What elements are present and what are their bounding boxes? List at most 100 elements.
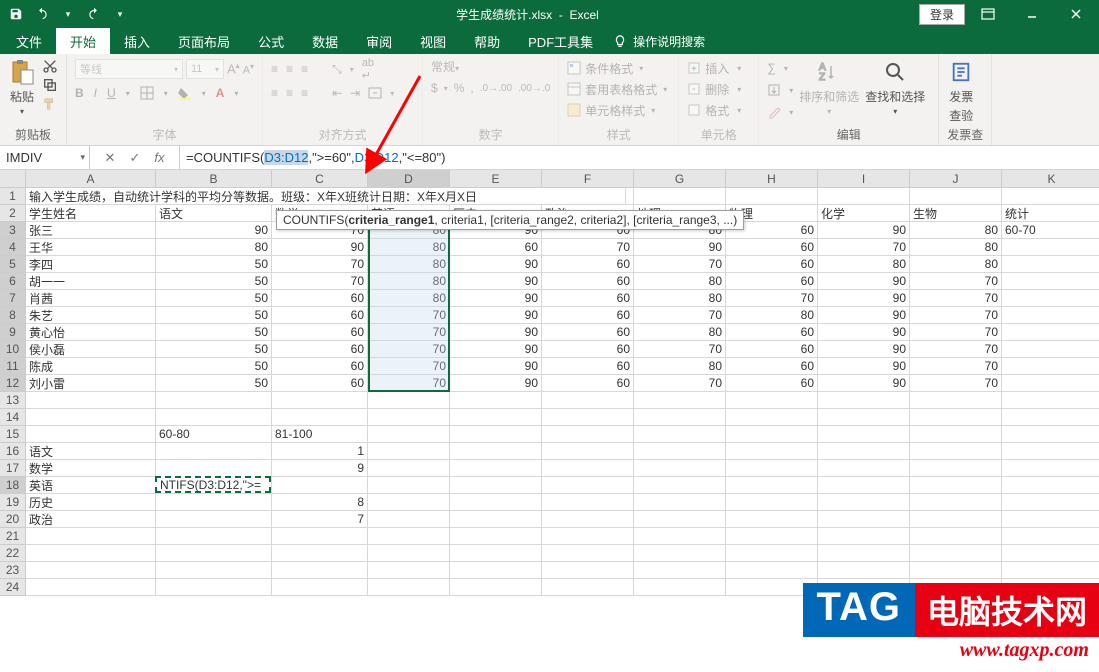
cell[interactable]: 80 bbox=[634, 290, 726, 307]
cell[interactable]: 90 bbox=[634, 239, 726, 256]
cell[interactable]: 70 bbox=[818, 239, 910, 256]
delete-cells-button[interactable]: -删除▾ bbox=[687, 79, 741, 99]
cell[interactable] bbox=[272, 528, 368, 545]
cell[interactable]: 9 bbox=[272, 460, 368, 477]
row-header-21[interactable]: 21 bbox=[0, 528, 26, 545]
cell[interactable]: 输入学生成绩，自动统计学科的平均分等数据。班级：X年X班统计日期：X年X月X日 bbox=[26, 188, 626, 205]
cell[interactable]: 90 bbox=[450, 375, 542, 392]
cell[interactable] bbox=[910, 562, 1002, 579]
row-header-18[interactable]: 18 bbox=[0, 477, 26, 494]
tab-view[interactable]: 视图 bbox=[406, 28, 460, 54]
cell[interactable]: 60 bbox=[272, 324, 368, 341]
row-header-14[interactable]: 14 bbox=[0, 409, 26, 426]
cell[interactable] bbox=[818, 562, 910, 579]
cell[interactable] bbox=[1002, 256, 1099, 273]
cell[interactable]: 70 bbox=[368, 341, 450, 358]
formula-input[interactable]: =COUNTIFS(D3:D12,">=60",D3:D12,"<=80") bbox=[180, 146, 1099, 169]
cell[interactable] bbox=[634, 579, 726, 596]
cell[interactable] bbox=[726, 494, 818, 511]
col-header-A[interactable]: A bbox=[26, 170, 156, 188]
tell-me[interactable]: 操作说明搜索 bbox=[607, 28, 719, 54]
cell[interactable] bbox=[818, 511, 910, 528]
row-header-19[interactable]: 19 bbox=[0, 494, 26, 511]
cell[interactable] bbox=[368, 409, 450, 426]
cell[interactable]: 70 bbox=[910, 341, 1002, 358]
tab-formulas[interactable]: 公式 bbox=[244, 28, 298, 54]
cell[interactable] bbox=[26, 528, 156, 545]
cell[interactable]: 80 bbox=[910, 239, 1002, 256]
border-icon[interactable] bbox=[140, 86, 154, 100]
cell[interactable] bbox=[272, 392, 368, 409]
cell[interactable]: 1 bbox=[272, 443, 368, 460]
cell[interactable]: 60 bbox=[542, 324, 634, 341]
cell[interactable] bbox=[1002, 188, 1099, 205]
cell[interactable] bbox=[726, 409, 818, 426]
cell[interactable] bbox=[1002, 545, 1099, 562]
underline-icon[interactable]: U bbox=[107, 86, 116, 100]
cell[interactable] bbox=[1002, 341, 1099, 358]
italic-icon[interactable]: I bbox=[94, 86, 97, 100]
cell[interactable] bbox=[1002, 375, 1099, 392]
row-header-5[interactable]: 5 bbox=[0, 256, 26, 273]
currency-icon[interactable]: $ bbox=[431, 81, 438, 95]
cell[interactable]: 60-80 bbox=[156, 426, 272, 443]
cell[interactable]: 70 bbox=[272, 256, 368, 273]
cell[interactable] bbox=[450, 477, 542, 494]
cell[interactable]: 60 bbox=[542, 273, 634, 290]
cell[interactable] bbox=[156, 392, 272, 409]
font-name-combo[interactable]: 等线▾ bbox=[75, 59, 183, 79]
cell[interactable]: 81-100 bbox=[272, 426, 368, 443]
cell[interactable]: 70 bbox=[368, 307, 450, 324]
enter-icon[interactable]: ✓ bbox=[129, 150, 140, 166]
fx-icon[interactable]: fx bbox=[154, 150, 164, 165]
cell[interactable]: 60 bbox=[542, 341, 634, 358]
cell[interactable] bbox=[1002, 324, 1099, 341]
cell[interactable]: 90 bbox=[450, 341, 542, 358]
col-header-K[interactable]: K bbox=[1002, 170, 1099, 188]
cell[interactable]: 90 bbox=[272, 239, 368, 256]
clear-icon[interactable]: ▾ bbox=[767, 102, 793, 122]
cell[interactable]: 90 bbox=[450, 307, 542, 324]
cell[interactable] bbox=[450, 528, 542, 545]
col-header-E[interactable]: E bbox=[450, 170, 542, 188]
cell[interactable]: 90 bbox=[818, 324, 910, 341]
cell[interactable] bbox=[542, 562, 634, 579]
cell[interactable] bbox=[910, 477, 1002, 494]
cell[interactable] bbox=[634, 528, 726, 545]
cell[interactable]: 8 bbox=[272, 494, 368, 511]
cell[interactable] bbox=[634, 392, 726, 409]
row-header-15[interactable]: 15 bbox=[0, 426, 26, 443]
cell[interactable]: 黄心怡 bbox=[26, 324, 156, 341]
cell[interactable]: 90 bbox=[818, 290, 910, 307]
save-icon[interactable] bbox=[6, 4, 26, 24]
cell[interactable]: 60 bbox=[450, 239, 542, 256]
cell[interactable] bbox=[634, 511, 726, 528]
conditional-format-button[interactable]: 条件格式▾ bbox=[567, 58, 643, 78]
cell[interactable] bbox=[818, 460, 910, 477]
cell[interactable] bbox=[910, 392, 1002, 409]
cell[interactable] bbox=[634, 562, 726, 579]
cell[interactable] bbox=[910, 460, 1002, 477]
cell[interactable] bbox=[542, 494, 634, 511]
cell[interactable]: 70 bbox=[368, 324, 450, 341]
tab-pdf[interactable]: PDF工具集 bbox=[514, 28, 607, 54]
cell[interactable] bbox=[450, 460, 542, 477]
copy-icon[interactable] bbox=[42, 77, 58, 93]
cell[interactable] bbox=[818, 443, 910, 460]
cell[interactable]: 60 bbox=[542, 290, 634, 307]
cell[interactable]: 李四 bbox=[26, 256, 156, 273]
font-size-combo[interactable]: 11▾ bbox=[186, 59, 224, 79]
cell[interactable] bbox=[156, 443, 272, 460]
cell[interactable] bbox=[634, 494, 726, 511]
cell[interactable] bbox=[1002, 494, 1099, 511]
cell[interactable] bbox=[910, 494, 1002, 511]
cell[interactable]: 60 bbox=[726, 375, 818, 392]
row-header-24[interactable]: 24 bbox=[0, 579, 26, 596]
cell[interactable] bbox=[634, 409, 726, 426]
cell[interactable]: 肖茜 bbox=[26, 290, 156, 307]
cell[interactable]: 90 bbox=[156, 222, 272, 239]
cell[interactable] bbox=[726, 188, 818, 205]
cell[interactable]: 60 bbox=[726, 341, 818, 358]
tab-home[interactable]: 开始 bbox=[56, 28, 110, 54]
cell[interactable] bbox=[910, 426, 1002, 443]
